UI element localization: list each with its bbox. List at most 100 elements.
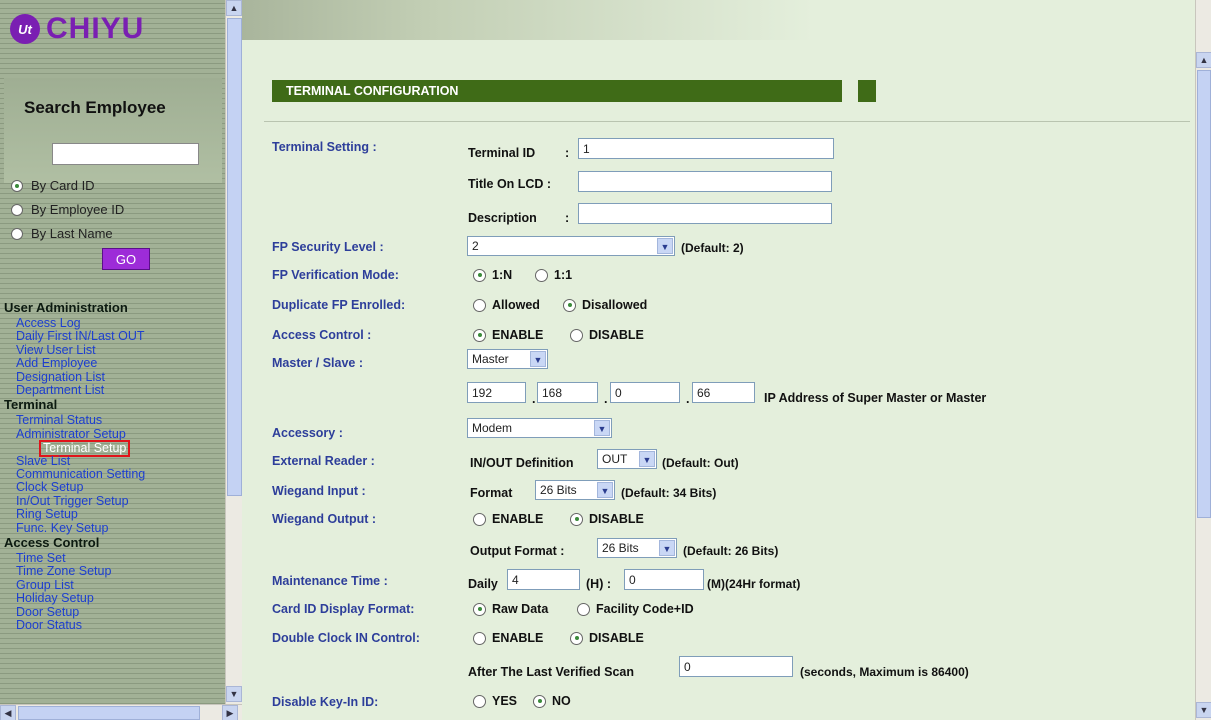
search-by-card-id[interactable]: By Card ID xyxy=(11,178,95,193)
nav-item-time-set[interactable]: Time Set xyxy=(16,552,66,565)
minute-label: (M)(24Hr format) xyxy=(707,577,801,591)
scroll-thumb[interactable] xyxy=(18,706,200,720)
after-last-scan-field[interactable] xyxy=(679,656,793,677)
wiegand-output-label: Wiegand Output : xyxy=(272,512,377,526)
nav-item-door-setup[interactable]: Door Setup xyxy=(16,605,79,619)
access-disable-option[interactable]: DISABLE xyxy=(570,328,644,342)
maintenance-hour-field[interactable] xyxy=(507,569,580,590)
fp-security-select[interactable]: 2 ▼ xyxy=(467,236,675,256)
wiegand-output-select[interactable]: 26 Bits ▼ xyxy=(597,538,677,558)
search-by-employee-id[interactable]: By Employee ID xyxy=(11,202,124,217)
card-raw-data-option[interactable]: Raw Data xyxy=(473,602,548,616)
keyin-no-option[interactable]: NO xyxy=(533,694,571,708)
nav-item-in-out-trigger-setup[interactable]: In/Out Trigger Setup xyxy=(16,494,129,508)
nav-item-clock-setup[interactable]: Clock Setup xyxy=(16,481,83,494)
keyin-yes-option[interactable]: YES xyxy=(473,694,517,708)
terminal-id-field[interactable] xyxy=(578,138,834,159)
chevron-down-icon[interactable]: ▼ xyxy=(597,482,613,498)
scroll-thumb[interactable] xyxy=(1197,70,1211,518)
radio-icon[interactable] xyxy=(473,298,486,312)
search-by-last-name[interactable]: By Last Name xyxy=(11,226,113,241)
nav-item-slave-list[interactable]: Slave List xyxy=(16,454,70,468)
nav-item-communication-setting[interactable]: Communication Setting xyxy=(16,468,145,481)
radio-icon[interactable] xyxy=(473,694,486,708)
radio-icon[interactable] xyxy=(473,512,486,526)
dup-fp-allowed-option[interactable]: Allowed xyxy=(473,298,540,312)
chevron-down-icon[interactable]: ▼ xyxy=(639,451,655,467)
master-slave-select[interactable]: Master ▼ xyxy=(467,349,548,369)
wiegand-input-select[interactable]: 26 Bits ▼ xyxy=(535,480,615,500)
nav-item-access-log[interactable]: Access Log xyxy=(16,317,81,330)
access-control-label: Access Control : xyxy=(272,328,372,342)
scroll-down-icon[interactable]: ▼ xyxy=(1196,702,1211,718)
nav-item-group-list[interactable]: Group List xyxy=(16,578,74,592)
double-clock-enable-option[interactable]: ENABLE xyxy=(473,631,543,645)
nav-item-time-zone-setup[interactable]: Time Zone Setup xyxy=(16,565,111,578)
go-button[interactable]: GO xyxy=(102,248,150,270)
description-field[interactable] xyxy=(578,203,832,224)
nav-item-add-employee[interactable]: Add Employee xyxy=(16,357,97,370)
radio-icon[interactable] xyxy=(11,203,23,216)
nav-item-daily-first-in-last-out[interactable]: Daily First IN/Last OUT xyxy=(16,330,145,343)
nav-item-holiday-setup[interactable]: Holiday Setup xyxy=(16,592,94,605)
nav-item-ring-setup[interactable]: Ring Setup xyxy=(16,508,78,521)
wiegand-output-enable-option[interactable]: ENABLE xyxy=(473,512,543,526)
fp-verify-1n-option[interactable]: 1:N xyxy=(473,268,512,282)
maintenance-minute-field[interactable] xyxy=(624,569,704,590)
nav-section-heading: Access Control xyxy=(4,535,100,550)
chevron-down-icon[interactable]: ▼ xyxy=(530,351,546,367)
radio-icon[interactable] xyxy=(563,298,576,312)
nav-item-designation-list[interactable]: Designation List xyxy=(16,370,105,384)
left-vertical-scrollbar[interactable]: ▲ ▼ xyxy=(225,0,242,704)
scroll-thumb[interactable] xyxy=(227,18,242,496)
chevron-down-icon[interactable]: ▼ xyxy=(594,420,610,436)
nav-item-view-user-list[interactable]: View User List xyxy=(16,343,96,357)
card-id-format-label: Card ID Display Format: xyxy=(272,602,415,616)
radio-icon[interactable] xyxy=(535,268,548,282)
fp-verify-11-option[interactable]: 1:1 xyxy=(535,268,572,282)
radio-icon[interactable] xyxy=(473,268,486,282)
wiegand-input-label: Wiegand Input : xyxy=(272,484,366,498)
access-enable-option[interactable]: ENABLE xyxy=(473,328,543,342)
chevron-down-icon[interactable]: ▼ xyxy=(659,540,675,556)
nav-item-door-status[interactable]: Door Status xyxy=(16,619,82,632)
ip-octet-3[interactable] xyxy=(610,382,680,403)
scroll-down-icon[interactable]: ▼ xyxy=(226,686,242,702)
dup-fp-disallowed-option[interactable]: Disallowed xyxy=(563,298,647,312)
radio-icon[interactable] xyxy=(533,694,546,708)
card-facility-code-option[interactable]: Facility Code+ID xyxy=(577,602,694,616)
radio-icon[interactable] xyxy=(473,328,486,342)
radio-icon[interactable] xyxy=(570,512,583,526)
nav-item-administrator-setup[interactable]: Administrator Setup xyxy=(16,427,126,441)
title-on-lcd-field[interactable] xyxy=(578,171,832,192)
main-vertical-scrollbar[interactable]: ▲ ▼ xyxy=(1195,0,1211,720)
double-clock-disable-option[interactable]: DISABLE xyxy=(570,631,644,645)
radio-icon[interactable] xyxy=(570,328,583,342)
radio-icon[interactable] xyxy=(11,227,23,240)
ip-octet-1[interactable] xyxy=(467,382,526,403)
external-reader-select[interactable]: OUT ▼ xyxy=(597,449,657,469)
scroll-left-icon[interactable]: ◀ xyxy=(0,705,16,720)
chevron-down-icon[interactable]: ▼ xyxy=(657,238,673,254)
radio-icon[interactable] xyxy=(11,179,23,192)
in-out-definition-label: IN/OUT Definition xyxy=(470,456,574,470)
radio-icon[interactable] xyxy=(570,631,583,645)
ip-octet-4[interactable] xyxy=(692,382,755,403)
fp-verification-label: FP Verification Mode: xyxy=(272,268,399,282)
nav-item-func-key-setup[interactable]: Func. Key Setup xyxy=(16,521,108,535)
ip-octet-2[interactable] xyxy=(537,382,598,403)
left-horizontal-scrollbar[interactable]: ◀ ▶ xyxy=(0,704,242,720)
search-input[interactable] xyxy=(52,143,199,165)
wiegand-output-default: (Default: 26 Bits) xyxy=(683,544,779,558)
scroll-up-icon[interactable]: ▲ xyxy=(226,0,242,16)
radio-icon[interactable] xyxy=(473,602,486,616)
title-on-lcd-label: Title On LCD : xyxy=(468,177,552,191)
nav-item-terminal-status[interactable]: Terminal Status xyxy=(16,414,102,427)
radio-icon[interactable] xyxy=(473,631,486,645)
nav-item-department-list[interactable]: Department List xyxy=(16,384,104,397)
scroll-up-icon[interactable]: ▲ xyxy=(1196,52,1211,68)
accessory-select[interactable]: Modem ▼ xyxy=(467,418,612,438)
scroll-right-icon[interactable]: ▶ xyxy=(222,705,238,720)
wiegand-output-disable-option[interactable]: DISABLE xyxy=(570,512,644,526)
radio-icon[interactable] xyxy=(577,602,590,616)
